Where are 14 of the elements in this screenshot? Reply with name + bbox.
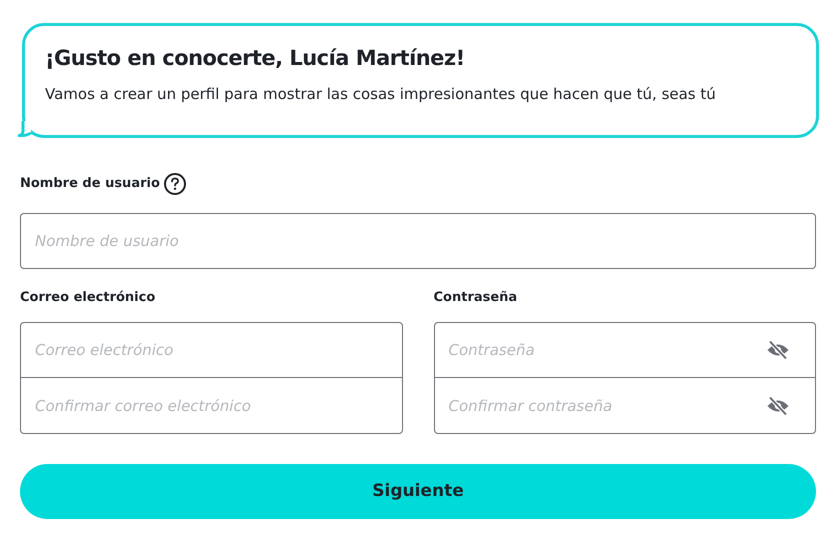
username-field[interactable]: Nombre de usuario	[20, 213, 816, 269]
email-field[interactable]: Confirmar correo electrónico	[20, 378, 402, 434]
password-field[interactable]: Confirmar contraseña	[434, 378, 816, 434]
email-field[interactable]: Correo electrónico	[20, 322, 402, 378]
field-label: Correo electrónico	[20, 289, 156, 307]
hidden-eye-icon[interactable]	[766, 396, 790, 416]
field-label: Contraseña	[434, 289, 518, 307]
password-field[interactable]: Contraseña	[434, 322, 816, 378]
help-icon[interactable]	[164, 173, 186, 195]
greeting-title: ¡Gusto en conocerte, Lucía Martínez!	[45, 45, 466, 72]
greeting-message: Vamos a crear un perfil para mostrar las cosas impresionantes que hacen que tú, seas tú	[45, 84, 717, 105]
field-label: Nombre de usuario	[20, 175, 160, 194]
hidden-eye-icon[interactable]	[766, 340, 790, 360]
next-button[interactable]: Siguiente	[20, 464, 816, 519]
